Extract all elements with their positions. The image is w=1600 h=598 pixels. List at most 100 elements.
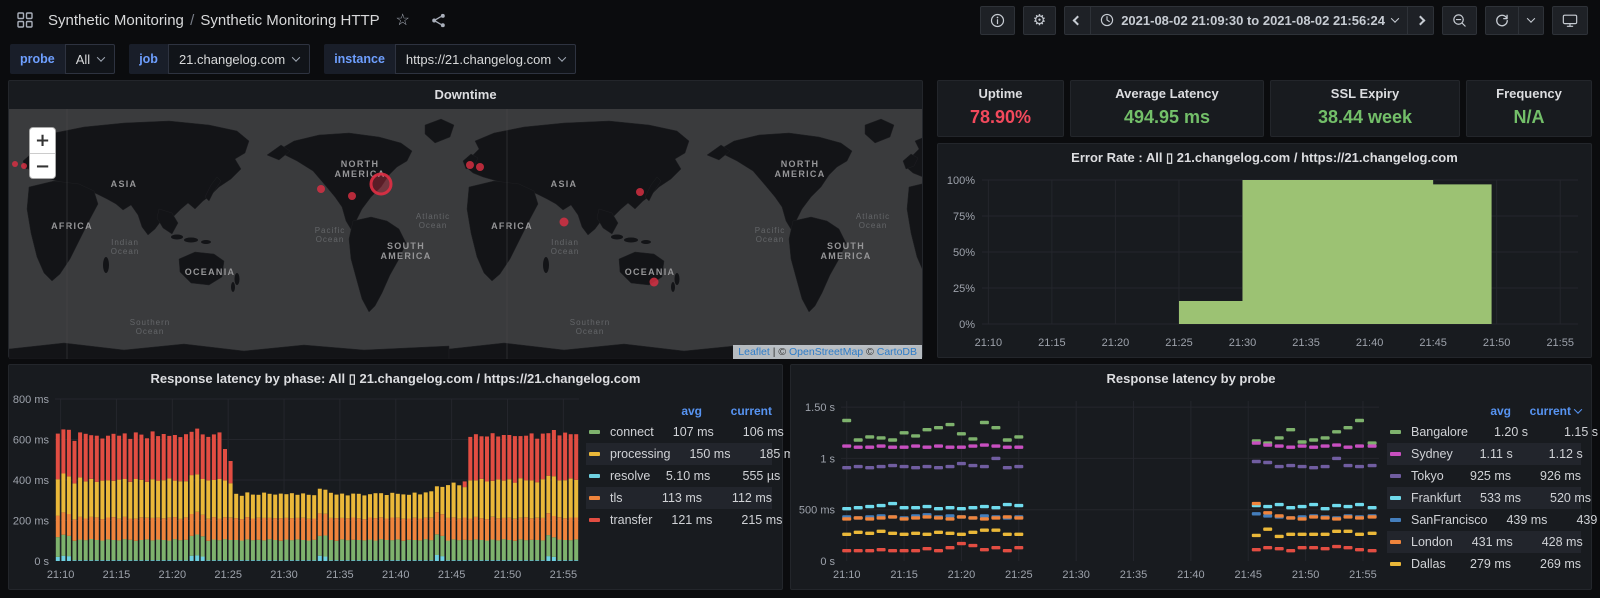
probe-marker-sanfrancisco[interactable] (317, 185, 325, 193)
legend-row-tls[interactable]: tls 113 ms 112 ms (586, 487, 772, 509)
map-zoom-in-button[interactable]: + (30, 128, 55, 153)
probe-marker-tokyo[interactable] (636, 188, 644, 196)
legend-row-transfer[interactable]: transfer 121 ms 215 ms (586, 509, 782, 531)
svg-text:AFRICA: AFRICA (491, 221, 533, 231)
series-current-value: 428 ms (1541, 535, 1583, 549)
panel-info-button[interactable] (979, 5, 1015, 35)
time-shift-forward-button[interactable] (1407, 5, 1434, 35)
legend-sort-avg[interactable]: avg (642, 404, 702, 418)
legend-row-Bangalore[interactable]: Bangalore 1.20 s 1.15 s (1387, 421, 1598, 443)
stat-title[interactable]: SSL Expiry (1271, 81, 1459, 105)
svg-text:21:55: 21:55 (1546, 337, 1574, 349)
probe-marker-london-wrap[interactable] (12, 161, 18, 167)
breadcrumb: Synthetic Monitoring / Synthetic Monitor… (48, 12, 380, 29)
chevron-down-icon (1526, 14, 1536, 23)
map-zoom-out-button[interactable]: − (30, 153, 55, 178)
legend-sort-current[interactable]: current (702, 404, 772, 418)
legend-row-Frankfurt[interactable]: Frankfurt 533 ms 520 ms (1387, 487, 1591, 509)
probe-marker-bangalore[interactable] (559, 217, 569, 227)
cartodb-link[interactable]: CartoDB (877, 346, 917, 358)
latency-by-probe-legend: avg current Bangalore 1.20 s 1.15 s Sydney 1.1… (1387, 393, 1600, 587)
probe-marker-london[interactable] (466, 161, 474, 169)
svg-text:75%: 75% (953, 211, 975, 223)
variable-job-selected: 21.changelog.com (178, 51, 286, 67)
top-nav: Synthetic Monitoring / Synthetic Monitor… (0, 0, 1600, 40)
stat-title[interactable]: Average Latency (1071, 81, 1263, 105)
series-current-value: 215 ms (741, 513, 783, 527)
svg-text:21:20: 21:20 (159, 569, 187, 581)
legend-sort-current[interactable]: current (1511, 404, 1583, 418)
svg-text:ASIA: ASIA (111, 179, 138, 189)
svg-text:AMERICA: AMERICA (774, 169, 825, 179)
legend-row-resolve[interactable]: resolve 5.10 ms 555 µs (586, 465, 780, 487)
svg-text:21:50: 21:50 (1483, 337, 1511, 349)
panel-stat-ssl-expiry: SSL Expiry 38.44 week (1270, 80, 1460, 137)
refresh-button[interactable] (1485, 5, 1519, 35)
svg-text:21:10: 21:10 (833, 569, 861, 581)
svg-text:21:30: 21:30 (270, 569, 298, 581)
refresh-interval-button[interactable] (1518, 5, 1544, 35)
probe-marker-newyork-large[interactable] (369, 172, 393, 196)
probe-marker-sydney[interactable] (649, 277, 659, 287)
legend-row-London[interactable]: London 431 ms 428 ms (1387, 531, 1583, 553)
svg-text:21:45: 21:45 (438, 569, 466, 581)
breadcrumb-page[interactable]: Synthetic Monitoring HTTP (200, 12, 379, 29)
svg-text:SOUTH: SOUTH (827, 241, 865, 251)
panel-title[interactable]: Downtime (9, 81, 922, 109)
svg-text:SOUTH: SOUTH (387, 241, 425, 251)
svg-text:800 ms: 800 ms (13, 394, 50, 406)
probe-marker-frankfurt[interactable] (476, 163, 484, 171)
svg-text:21:40: 21:40 (1177, 569, 1205, 581)
stat-title[interactable]: Frequency (1467, 81, 1591, 105)
variable-probe-value[interactable]: All (64, 44, 116, 74)
breadcrumb-section[interactable]: Synthetic Monitoring (48, 12, 184, 29)
time-shift-back-button[interactable] (1064, 5, 1092, 35)
legend-sort-avg[interactable]: avg (1451, 404, 1511, 418)
star-icon[interactable]: ☆ (390, 7, 416, 33)
svg-text:0 s: 0 s (34, 556, 49, 568)
chevron-down-icon (1390, 14, 1400, 23)
time-range-button[interactable]: 2021-08-02 21:09:30 to 2021-08-02 21:56:… (1090, 5, 1408, 35)
openstreetmap-link[interactable]: OpenStreetMap (789, 346, 863, 358)
world-map[interactable]: ASIA AFRICA OCEANIA NORTH AMERICA SOUTH AMERIC… (9, 109, 922, 359)
variable-probe-selected: All (75, 51, 91, 67)
svg-text:21:40: 21:40 (1356, 337, 1384, 349)
series-name: SanFrancisco (1411, 513, 1488, 527)
stat-value: N/A (1513, 107, 1545, 127)
legend-row-Tokyo[interactable]: Tokyo 925 ms 926 ms (1387, 465, 1581, 487)
leaflet-link[interactable]: Leaflet (738, 346, 770, 358)
series-name: tls (610, 491, 623, 505)
legend-row-SanFrancisco[interactable]: SanFrancisco 439 ms 439 ms (1387, 509, 1600, 531)
time-range-text: 2021-08-02 21:09:30 to 2021-08-02 21:56:… (1121, 12, 1385, 28)
probe-marker-dallas[interactable] (348, 192, 356, 200)
zoom-out-button[interactable] (1442, 5, 1477, 35)
legend-row-Sydney[interactable]: Sydney 1.11 s 1.12 s (1387, 443, 1583, 465)
attribution-separator: © (863, 346, 877, 358)
legend-row-processing[interactable]: processing 150 ms 185 ms (586, 443, 800, 465)
apps-grid-icon[interactable] (12, 7, 38, 33)
svg-text:Ocean: Ocean (136, 327, 165, 336)
svg-text:21:20: 21:20 (1102, 337, 1130, 349)
panel-title[interactable]: Response latency by probe (791, 365, 1591, 393)
share-icon[interactable] (426, 7, 452, 33)
series-swatch (1390, 562, 1401, 566)
panel-title[interactable]: Error Rate : All ▯ 21.changelog.com / ht… (938, 144, 1591, 172)
breadcrumb-separator: / (190, 11, 195, 29)
variable-job-value[interactable]: 21.changelog.com (167, 44, 311, 74)
panel-error-rate: Error Rate : All ▯ 21.changelog.com / ht… (937, 143, 1592, 358)
series-current-value: 269 ms (1540, 557, 1581, 571)
legend-row-Dallas[interactable]: Dallas 279 ms 269 ms (1387, 553, 1581, 575)
series-current-value: 112 ms (731, 491, 772, 505)
variable-instance-value[interactable]: https://21.changelog.com (394, 44, 577, 74)
legend-row-connect[interactable]: connect 107 ms 106 ms (586, 421, 784, 443)
svg-text:Ocean: Ocean (419, 221, 448, 230)
series-swatch (1390, 430, 1401, 434)
series-name: transfer (610, 513, 653, 527)
svg-text:25%: 25% (953, 283, 975, 295)
probe-marker-frankfurt-wrap[interactable] (21, 163, 27, 169)
stat-title[interactable]: Uptime (938, 81, 1063, 105)
svg-text:21:40: 21:40 (382, 569, 410, 581)
panel-title[interactable]: Response latency by phase: All ▯ 21.chan… (9, 365, 782, 393)
dashboard-settings-button[interactable]: ⚙ (1022, 5, 1057, 35)
cycle-view-button[interactable] (1552, 5, 1588, 35)
